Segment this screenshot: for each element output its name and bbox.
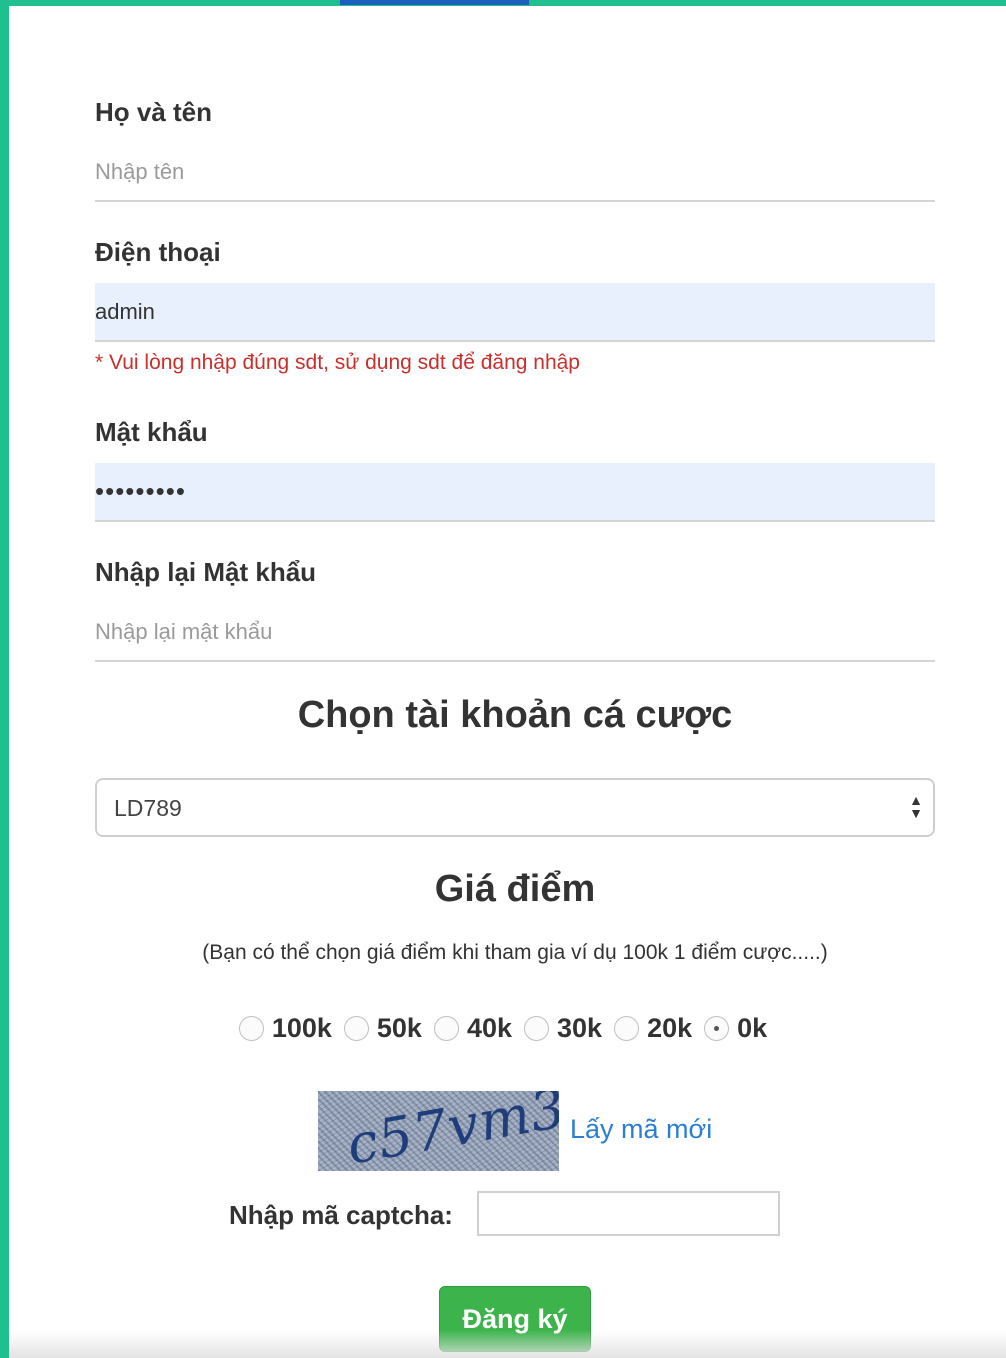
captcha-input-label: Nhập mã captcha:: [229, 1200, 453, 1230]
price-option-label: 100k: [271, 1013, 332, 1043]
price-section-title: Giá điểm: [434, 868, 596, 910]
account-select[interactable]: LD789 ▲ ▼: [95, 778, 935, 837]
captcha-image: c57vm3: [318, 1091, 559, 1171]
price-option-label: 20k: [647, 1013, 693, 1043]
captcha-text: c57vm3: [342, 1091, 559, 1171]
select-arrows-icon: ▲ ▼: [909, 792, 923, 821]
full-name-label: Họ và tên: [95, 97, 213, 127]
radio-icon[interactable]: [433, 1016, 459, 1041]
radio-icon[interactable]: [343, 1016, 369, 1041]
price-note: (Bạn có thể chọn giá điểm khi tham gia v…: [202, 941, 828, 964]
radio-icon[interactable]: [614, 1016, 640, 1041]
price-option-label: 40k: [466, 1013, 513, 1043]
phone-input[interactable]: [95, 283, 935, 342]
price-option-label: 30k: [557, 1013, 603, 1043]
price-option-100k[interactable]: 100k: [238, 1013, 332, 1044]
price-option-40k[interactable]: 40k: [433, 1013, 513, 1044]
account-section-title: Chọn tài khoản cá cược: [297, 694, 733, 736]
price-option-0k[interactable]: 0k: [704, 1013, 767, 1044]
radio-icon[interactable]: [238, 1016, 264, 1041]
phone-label: Điện thoại: [95, 237, 221, 267]
password-label: Mật khẩu: [95, 417, 208, 447]
top-accent-bar: [340, 0, 529, 5]
captcha-input[interactable]: [477, 1191, 780, 1236]
radio-icon[interactable]: [524, 1016, 550, 1041]
price-option-20k[interactable]: 20k: [614, 1013, 692, 1044]
price-option-30k[interactable]: 30k: [524, 1013, 602, 1044]
phone-hint: * Vui lòng nhập đúng sdt, sử dụng sdt để…: [95, 351, 580, 374]
password-input[interactable]: [95, 463, 935, 522]
price-option-label: 0k: [737, 1013, 768, 1043]
confirm-password-input[interactable]: [95, 603, 935, 662]
refresh-captcha-link[interactable]: Lấy mã mới: [570, 1114, 712, 1145]
confirm-password-label: Nhập lại Mật khẩu: [95, 557, 317, 587]
radio-checked-icon[interactable]: [704, 1016, 730, 1041]
full-name-input[interactable]: [95, 143, 935, 202]
price-option-50k[interactable]: 50k: [343, 1013, 422, 1044]
price-options: 100k 50k 40k 30k 20k 0k: [0, 1013, 1006, 1044]
account-select-value: LD789: [114, 795, 182, 821]
register-button[interactable]: Đăng ký: [439, 1286, 591, 1352]
price-option-label: 50k: [376, 1013, 422, 1043]
